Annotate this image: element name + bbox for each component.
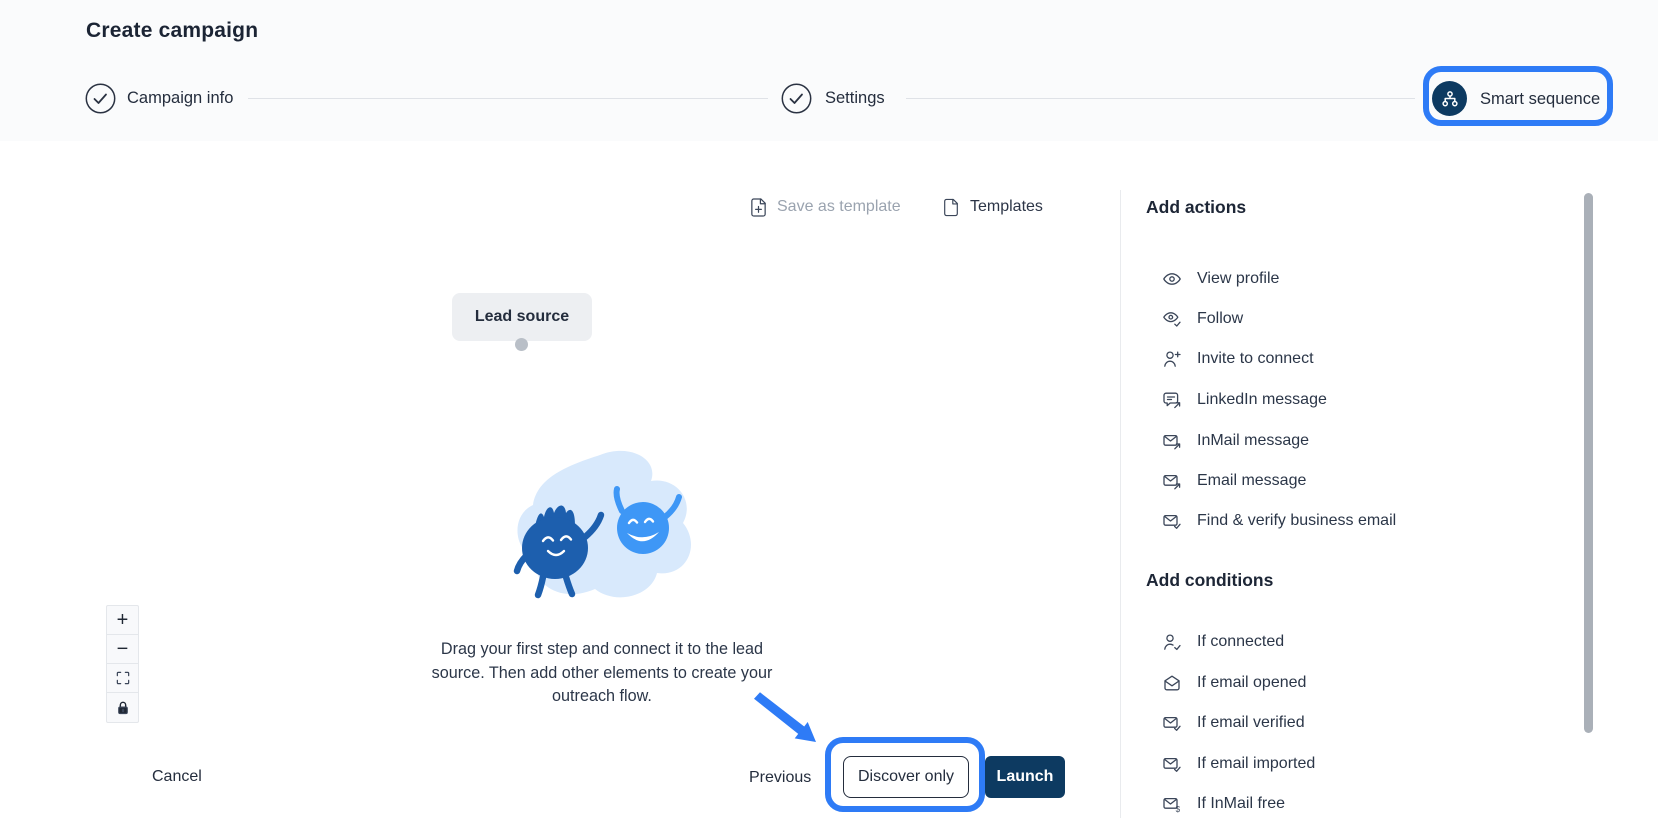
page-header: Create campaign Campaign info Settings — [0, 0, 1658, 141]
envelope-check-icon — [1162, 754, 1182, 774]
step-campaign-info[interactable]: Campaign info — [127, 89, 233, 108]
condition-item-if-email-verified[interactable]: If email verified — [1162, 710, 1305, 736]
check-circle-icon — [781, 83, 812, 114]
sequence-icon — [1432, 81, 1467, 116]
action-item-label: InMail message — [1197, 432, 1309, 450]
templates-button[interactable]: Templates — [941, 194, 1043, 220]
sidebar-divider — [1120, 190, 1121, 818]
envelope-arrow-icon — [1162, 471, 1182, 491]
add-actions-heading: Add actions — [1146, 197, 1246, 218]
file-plus-icon — [748, 197, 768, 217]
person-check-icon — [1162, 632, 1182, 652]
cancel-button[interactable]: Cancel — [152, 768, 202, 786]
action-item-inmail-message[interactable]: InMail message — [1162, 428, 1309, 454]
expand-icon — [113, 668, 133, 688]
hint-line: source. Then add other elements to creat… — [412, 662, 792, 686]
action-item-view-profile[interactable]: View profile — [1162, 266, 1279, 292]
file-icon — [941, 197, 961, 217]
action-item-label: View profile — [1197, 270, 1279, 288]
condition-item-if-connected[interactable]: If connected — [1162, 629, 1284, 655]
lock-button[interactable] — [107, 693, 138, 722]
action-item-linkedin-message[interactable]: LinkedIn message — [1162, 387, 1327, 413]
annotation-arrow-icon — [750, 692, 822, 750]
condition-item-label: If connected — [1197, 633, 1284, 651]
envelope-check-icon — [1162, 511, 1182, 531]
save-as-template-button[interactable]: Save as template — [748, 194, 901, 220]
svg-text:$: $ — [1176, 805, 1181, 814]
eye-check-icon — [1162, 309, 1182, 329]
hint-line: Drag your first step and connect it to t… — [412, 638, 792, 662]
chat-arrow-icon — [1162, 390, 1182, 410]
condition-item-if-email-opened[interactable]: If email opened — [1162, 670, 1306, 696]
canvas-zoom-controls: + − — [106, 605, 139, 723]
condition-item-label: If InMail free — [1197, 795, 1285, 813]
stepper-connector — [248, 98, 768, 99]
page-title: Create campaign — [86, 19, 258, 43]
previous-button[interactable]: Previous — [749, 769, 811, 787]
step-settings[interactable]: Settings — [825, 89, 885, 108]
eye-icon — [1162, 269, 1182, 289]
condition-item-label: If email verified — [1197, 714, 1305, 732]
condition-item-if-inmail-free[interactable]: $ If InMail free — [1162, 791, 1285, 817]
lead-source-connector-handle[interactable] — [515, 338, 528, 351]
lead-source-node[interactable]: Lead source — [452, 293, 592, 341]
templates-label: Templates — [970, 198, 1043, 216]
save-as-template-label: Save as template — [777, 198, 901, 216]
condition-item-if-email-imported[interactable]: If email imported — [1162, 751, 1315, 777]
action-item-invite-to-connect[interactable]: Invite to connect — [1162, 346, 1314, 372]
action-item-find-verify-business-email[interactable]: Find & verify business email — [1162, 508, 1396, 534]
envelope-check-icon — [1162, 713, 1182, 733]
action-item-email-message[interactable]: Email message — [1162, 468, 1306, 494]
zoom-out-button[interactable]: − — [107, 635, 138, 664]
empty-canvas-hint: Drag your first step and connect it to t… — [412, 638, 792, 709]
padlock-icon — [113, 698, 133, 718]
sidebar-scrollbar[interactable] — [1584, 193, 1593, 733]
action-item-label: Follow — [1197, 310, 1243, 328]
action-item-label: LinkedIn message — [1197, 391, 1327, 409]
step-smart-sequence[interactable]: Smart sequence — [1480, 90, 1600, 109]
envelope-open-icon — [1162, 673, 1182, 693]
stepper-connector — [906, 98, 1415, 99]
envelope-dollar-icon: $ — [1162, 794, 1182, 814]
action-item-label: Email message — [1197, 472, 1306, 490]
create-campaign-screen: Create campaign Campaign info Settings — [0, 0, 1658, 839]
check-circle-icon — [85, 83, 116, 114]
action-item-follow[interactable]: Follow — [1162, 306, 1243, 332]
launch-button[interactable]: Launch — [985, 756, 1065, 798]
action-item-label: Invite to connect — [1197, 350, 1314, 368]
envelope-arrow-icon — [1162, 431, 1182, 451]
add-conditions-heading: Add conditions — [1146, 570, 1273, 591]
action-item-label: Find & verify business email — [1197, 512, 1396, 530]
condition-item-label: If email opened — [1197, 674, 1306, 692]
zoom-in-button[interactable]: + — [107, 606, 138, 635]
discover-only-button[interactable]: Discover only — [843, 756, 969, 798]
person-plus-icon — [1162, 349, 1182, 369]
hint-line: outreach flow. — [412, 685, 792, 709]
condition-item-label: If email imported — [1197, 755, 1315, 773]
mascots-illustration — [505, 445, 705, 610]
fit-view-button[interactable] — [107, 664, 138, 693]
